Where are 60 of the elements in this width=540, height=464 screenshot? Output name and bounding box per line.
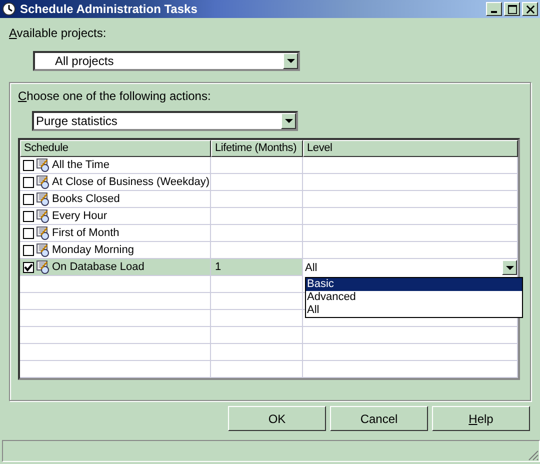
minimize-button[interactable] (486, 2, 502, 16)
close-icon (526, 4, 534, 14)
table-row[interactable]: All the Time (20, 157, 518, 174)
schedule-name: First of Month (52, 227, 120, 239)
schedule-name: Every Hour (52, 210, 108, 222)
calendar-clock-icon (36, 209, 50, 223)
projects-value: All projects (54, 54, 114, 68)
table-row[interactable]: Books Closed (20, 191, 518, 208)
caret-icon (286, 59, 294, 63)
calendar-clock-icon (36, 158, 50, 172)
checkbox[interactable] (23, 210, 34, 222)
column-header[interactable]: Lifetime (Months) (211, 140, 303, 157)
calendar-clock-icon (36, 260, 50, 274)
resize-grip-icon[interactable] (527, 449, 539, 461)
level-option[interactable]: Basic (306, 278, 522, 291)
calendar-clock-icon (36, 243, 50, 257)
calendar-clock-icon (36, 175, 50, 189)
schedule-name: Books Closed (52, 193, 120, 205)
schedule-name: All the Time (52, 159, 110, 171)
level-value: All (304, 262, 318, 274)
projects-dropdown[interactable]: All projects (33, 51, 300, 71)
maximize-button[interactable] (504, 2, 520, 16)
checkbox[interactable] (23, 228, 34, 238)
schedule-name: Monday Morning (52, 244, 134, 256)
caret-icon (506, 266, 514, 270)
dropdown-button[interactable] (281, 113, 296, 129)
action-value: Purge statistics (35, 114, 118, 128)
table-row[interactable]: At Close of Business (Weekday) (20, 174, 518, 191)
level-dropdown[interactable]: All (303, 259, 517, 276)
dialog-button[interactable]: Help (432, 406, 530, 431)
schedule-name: On Database Load (52, 261, 144, 273)
level-option[interactable]: Advanced (306, 291, 522, 304)
maximize-icon (508, 4, 516, 14)
checkbox[interactable] (23, 176, 34, 188)
table-row[interactable]: Every Hour (20, 208, 518, 225)
dialog-button[interactable]: Cancel (330, 406, 428, 431)
lifetime-value: 1 (214, 261, 222, 273)
dropdown-button[interactable] (283, 53, 298, 69)
calendar-clock-icon (36, 226, 50, 240)
checkbox[interactable] (23, 262, 34, 272)
dialog-button[interactable]: OK (228, 406, 326, 431)
schedule-name: At Close of Business (Weekday) (52, 176, 210, 188)
column-header[interactable]: Schedule (20, 140, 211, 157)
column-header[interactable]: Level (303, 140, 518, 157)
action-dropdown[interactable]: Purge statistics (32, 111, 298, 131)
dropdown-button[interactable] (502, 260, 517, 275)
checkbox[interactable] (23, 244, 34, 256)
calendar-clock-icon (36, 192, 50, 206)
minimize-icon (491, 11, 497, 13)
caret-icon (284, 119, 292, 123)
level-option[interactable]: All (306, 304, 522, 317)
checkbox[interactable] (23, 160, 34, 170)
projects-label: Available projects: (9, 26, 106, 40)
window-title: Schedule Administration Tasks (20, 2, 198, 16)
checkbox[interactable] (23, 194, 34, 204)
table-row[interactable]: First of Month (20, 225, 518, 242)
checkmark-icon (24, 262, 33, 272)
close-button[interactable] (522, 2, 538, 16)
actions-label: Choose one of the following actions: (18, 89, 211, 103)
clock-icon (2, 2, 16, 16)
